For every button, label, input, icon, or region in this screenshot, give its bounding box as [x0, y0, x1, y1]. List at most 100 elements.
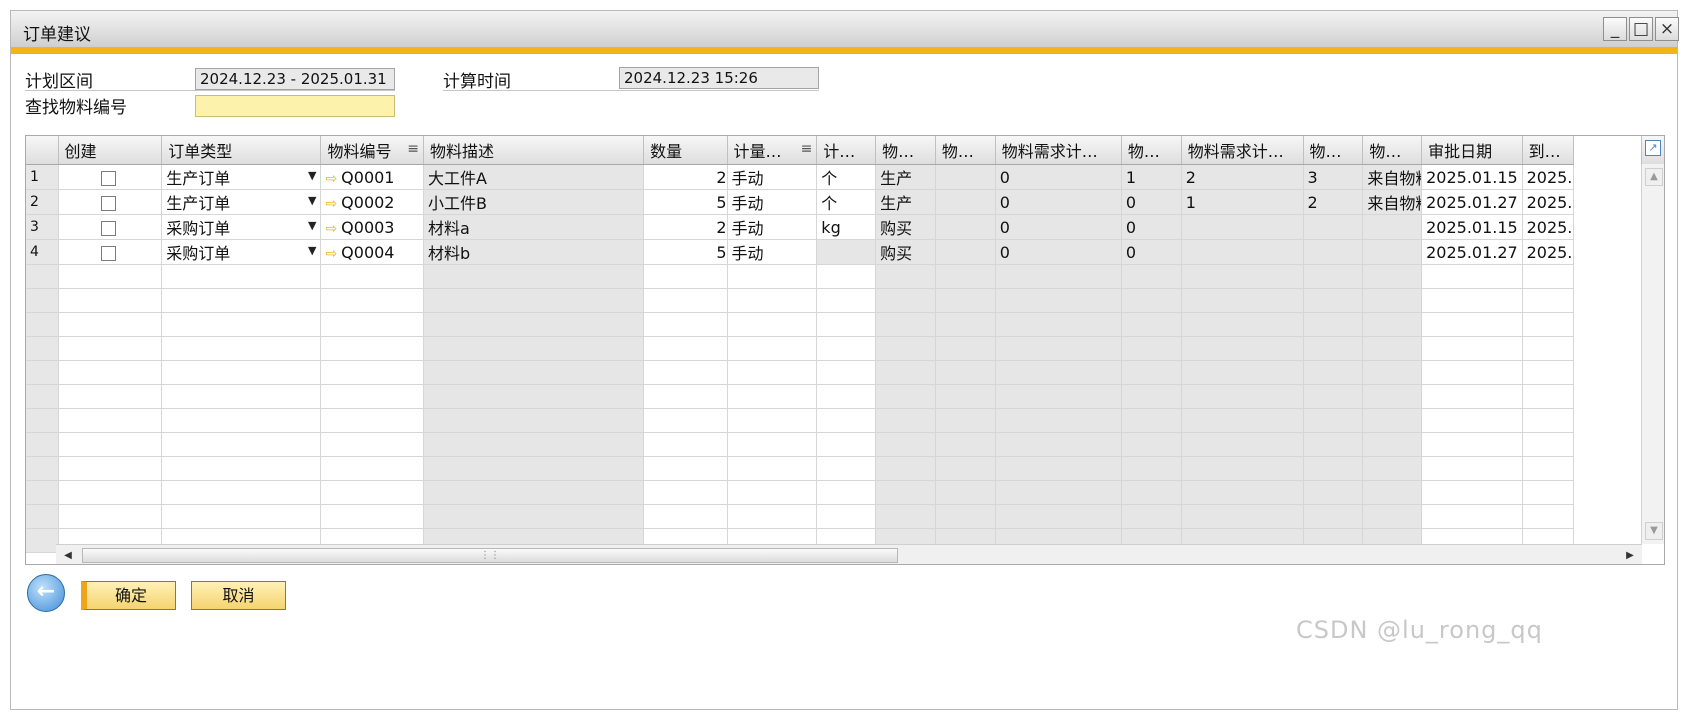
- column-header-mrp-calc1[interactable]: 物料需求计…: [995, 136, 1122, 165]
- due-date-cell[interactable]: 2025.01.15: [1522, 214, 1575, 240]
- column-chooser-button[interactable]: ↗: [1641, 136, 1664, 165]
- approve-date-cell[interactable]: 2025.01.27: [1421, 239, 1523, 265]
- maximize-button[interactable]: □: [1629, 17, 1653, 41]
- column-header-item-desc[interactable]: 物料描述: [423, 136, 645, 165]
- row-number: [26, 480, 59, 505]
- calc-method-cell[interactable]: 手动: [727, 189, 818, 215]
- golden-arrow-icon[interactable]: ⇨: [325, 171, 337, 187]
- column-header-col11[interactable]: 物…: [1121, 136, 1182, 165]
- close-button[interactable]: ×: [1655, 17, 1679, 41]
- quantity-cell[interactable]: 5: [643, 239, 728, 265]
- approve-date-cell[interactable]: 2025.01.15: [1421, 214, 1523, 240]
- ok-button[interactable]: 确定: [81, 581, 176, 610]
- scroll-up-icon[interactable]: ▲: [1645, 168, 1663, 186]
- expand-icon: ↗: [1645, 140, 1661, 156]
- uom-cell[interactable]: 个: [816, 164, 877, 190]
- golden-arrow-icon[interactable]: ⇨: [325, 246, 337, 262]
- approve-date-cell[interactable]: 2025.01.15: [1421, 164, 1523, 190]
- calc-time-field[interactable]: 2024.12.23 15:26: [619, 67, 819, 89]
- column-header-quantity[interactable]: 数量: [643, 136, 728, 165]
- dropdown-arrow-icon[interactable]: ▼: [308, 190, 316, 212]
- column-header-due-date[interactable]: 到期日期: [1522, 136, 1575, 165]
- mrp-calc2-cell: 2: [1181, 164, 1304, 190]
- quantity-cell[interactable]: 2: [643, 164, 728, 190]
- uom-cell[interactable]: [816, 239, 877, 265]
- row-number: 2: [26, 189, 59, 215]
- column-header-uom[interactable]: 计…: [816, 136, 877, 165]
- create-cell[interactable]: [58, 214, 163, 240]
- row-number: [26, 528, 59, 553]
- field-divider: [25, 90, 395, 91]
- order-type-cell[interactable]: 生产订单 ▼: [161, 164, 322, 190]
- horizontal-scrollbar[interactable]: ◀ ⋮⋮ ▶: [56, 544, 1642, 564]
- create-cell[interactable]: [58, 164, 163, 190]
- item-code-value: Q0004: [341, 242, 395, 262]
- back-button[interactable]: ←: [27, 574, 65, 612]
- uom-cell[interactable]: kg: [816, 214, 877, 240]
- column-menu-icon[interactable]: ≡: [407, 141, 419, 157]
- column-header-col14[interactable]: 物…: [1362, 136, 1423, 165]
- plan-range-label: 计划区间: [25, 72, 93, 92]
- column-header-calc-method[interactable]: 计量… ≡: [727, 136, 818, 165]
- golden-arrow-icon[interactable]: ⇨: [325, 196, 337, 212]
- due-date-cell[interactable]: 2025.01.28: [1522, 189, 1575, 215]
- dropdown-arrow-icon[interactable]: ▼: [308, 165, 316, 187]
- create-checkbox[interactable]: [100, 195, 116, 211]
- table-row[interactable]: 1 生产订单 ▼ ⇨ Q0001 大工件A 2 手动 个 生产 0 1 2 3 来自…: [26, 164, 1575, 190]
- column-header-procurement[interactable]: 物…: [875, 136, 936, 165]
- table-row[interactable]: 3 采购订单 ▼ ⇨ Q0003 材料a 2 手动 kg 购买 0 0 2025.0…: [26, 214, 1575, 240]
- calc-method-cell[interactable]: 手动: [727, 164, 818, 190]
- item-desc-cell: 材料a: [423, 214, 645, 240]
- find-item-input[interactable]: [195, 95, 395, 117]
- minimize-button[interactable]: _: [1603, 17, 1627, 41]
- column-header-approve-date[interactable]: 审批日期: [1421, 136, 1523, 165]
- row-number: [26, 264, 59, 289]
- due-date-cell[interactable]: 2025.01.27: [1522, 239, 1575, 265]
- create-cell[interactable]: [58, 189, 163, 215]
- empty-row: [26, 432, 1575, 457]
- approve-date-cell[interactable]: 2025.01.27: [1421, 189, 1523, 215]
- item-code-cell[interactable]: ⇨ Q0004: [320, 239, 425, 265]
- column-header-col13[interactable]: 物…: [1303, 136, 1364, 165]
- scroll-left-icon[interactable]: ◀: [60, 548, 76, 564]
- column-header-mrp-calc2[interactable]: 物料需求计…: [1181, 136, 1304, 165]
- empty-row: [26, 336, 1575, 361]
- item-code-cell[interactable]: ⇨ Q0002: [320, 189, 425, 215]
- scroll-right-icon[interactable]: ▶: [1622, 548, 1638, 564]
- calc-method-cell[interactable]: 手动: [727, 239, 818, 265]
- scroll-down-icon[interactable]: ▼: [1645, 522, 1663, 540]
- dropdown-arrow-icon[interactable]: ▼: [308, 215, 316, 237]
- row-number: [26, 312, 59, 337]
- order-type-cell[interactable]: 采购订单 ▼: [161, 214, 322, 240]
- golden-arrow-icon[interactable]: ⇨: [325, 221, 337, 237]
- create-checkbox[interactable]: [100, 245, 116, 261]
- item-code-cell[interactable]: ⇨ Q0003: [320, 214, 425, 240]
- maximize-icon: □: [1632, 19, 1650, 39]
- scroll-thumb[interactable]: ⋮⋮: [82, 548, 898, 563]
- order-type-cell[interactable]: 采购订单 ▼: [161, 239, 322, 265]
- field-divider: [443, 90, 819, 91]
- quantity-cell[interactable]: 2: [643, 214, 728, 240]
- cancel-button[interactable]: 取消: [191, 581, 286, 610]
- column-header-order-type[interactable]: 订单类型: [161, 136, 322, 165]
- column-header-item-code[interactable]: 物料编号 ≡: [320, 136, 425, 165]
- create-cell[interactable]: [58, 239, 163, 265]
- calc-method-cell[interactable]: 手动: [727, 214, 818, 240]
- column-header-create[interactable]: 创建: [58, 136, 163, 165]
- dropdown-arrow-icon[interactable]: ▼: [308, 240, 316, 262]
- column-menu-icon[interactable]: ≡: [801, 141, 813, 157]
- create-checkbox[interactable]: [100, 170, 116, 186]
- plan-range-field[interactable]: 2024.12.23 - 2025.01.31: [195, 68, 395, 90]
- watermark-text: CSDN @lu_rong_qq: [1296, 616, 1543, 644]
- table-row[interactable]: 2 生产订单 ▼ ⇨ Q0002 小工件B 5 手动 个 生产 0 0 1 2 来自…: [26, 189, 1575, 215]
- due-date-cell[interactable]: 2025.01.17: [1522, 164, 1575, 190]
- quantity-cell[interactable]: 5: [643, 189, 728, 215]
- order-type-cell[interactable]: 生产订单 ▼: [161, 189, 322, 215]
- row-number: [26, 384, 59, 409]
- column-header-col9[interactable]: 物…: [935, 136, 996, 165]
- table-row[interactable]: 4 采购订单 ▼ ⇨ Q0004 材料b 5 手动 购买 0 0 2025.01.2…: [26, 239, 1575, 265]
- create-checkbox[interactable]: [100, 220, 116, 236]
- vertical-scrollbar[interactable]: ▲ ▼: [1641, 164, 1664, 544]
- uom-cell[interactable]: 个: [816, 189, 877, 215]
- item-code-cell[interactable]: ⇨ Q0001: [320, 164, 425, 190]
